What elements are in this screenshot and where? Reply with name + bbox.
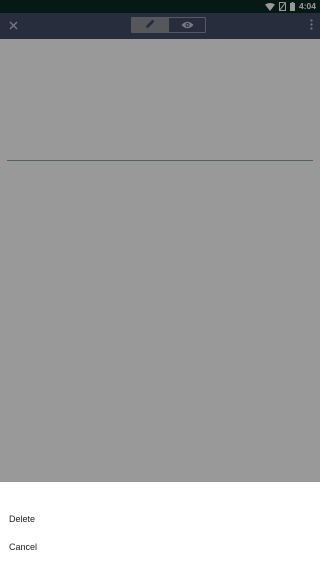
screen: 4:04 Delete Cancel bbox=[0, 0, 320, 568]
delete-option-label: Delete bbox=[9, 514, 36, 524]
dialog-scrim[interactable] bbox=[0, 0, 320, 482]
delete-option[interactable]: Delete bbox=[0, 505, 320, 533]
bottom-sheet: Delete Cancel bbox=[0, 482, 320, 568]
cancel-option-label: Cancel bbox=[9, 542, 38, 552]
cancel-option[interactable]: Cancel bbox=[0, 533, 320, 561]
